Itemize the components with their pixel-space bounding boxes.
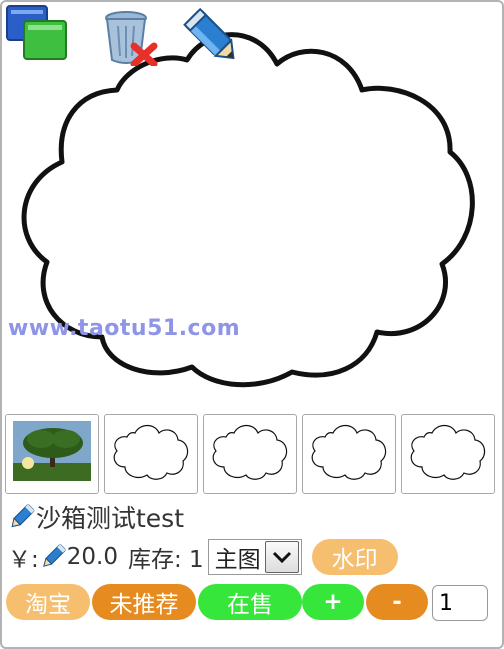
taobao-button[interactable]: 淘宝 (6, 584, 90, 620)
on-sale-button[interactable]: 在售 (198, 584, 302, 620)
thumbnail-cloud[interactable] (401, 414, 495, 494)
product-card: www.taotu51.com 沙箱测试test ￥: 20.0 库存: 1 主… (0, 0, 504, 649)
action-button-row: 淘宝 未推荐 在售 + - (6, 584, 498, 622)
thumbnail-tree[interactable] (5, 414, 99, 494)
minus-button[interactable]: - (366, 584, 428, 620)
image-type-select[interactable]: 主图 (207, 539, 302, 575)
edit-title-pencil-icon[interactable] (6, 502, 36, 532)
main-product-image[interactable]: www.taotu51.com (2, 2, 502, 407)
watermark-text: www.taotu51.com (8, 316, 241, 341)
thumbnail-strip (5, 414, 501, 496)
stock-label: 库存: 1 (127, 547, 204, 573)
windows-icon[interactable] (6, 5, 68, 65)
edit-price-pencil-icon[interactable] (39, 542, 67, 572)
watermark-button[interactable]: 水印 (311, 539, 398, 575)
chevron-down-icon[interactable] (264, 541, 299, 573)
trash-delete-icon[interactable] (104, 10, 160, 70)
plus-button[interactable]: + (302, 584, 364, 620)
thumbnail-cloud[interactable] (302, 414, 396, 494)
not-recommended-button[interactable]: 未推荐 (92, 584, 196, 620)
thumbnail-cloud[interactable] (203, 414, 297, 494)
pencil-icon[interactable] (182, 2, 248, 70)
thumbnail-cloud[interactable] (104, 414, 198, 494)
quantity-input[interactable] (432, 585, 488, 621)
product-title-row: 沙箱测试test (6, 502, 185, 533)
cloud-image (21, 32, 475, 388)
price-prefix: ￥: (8, 547, 39, 573)
image-type-selected: 主图 (214, 547, 261, 573)
product-title: 沙箱测试test (36, 504, 185, 533)
price-value: 20.0 (66, 544, 118, 570)
price-stock-row: ￥: 20.0 库存: 1 主图 水印 (8, 537, 398, 577)
